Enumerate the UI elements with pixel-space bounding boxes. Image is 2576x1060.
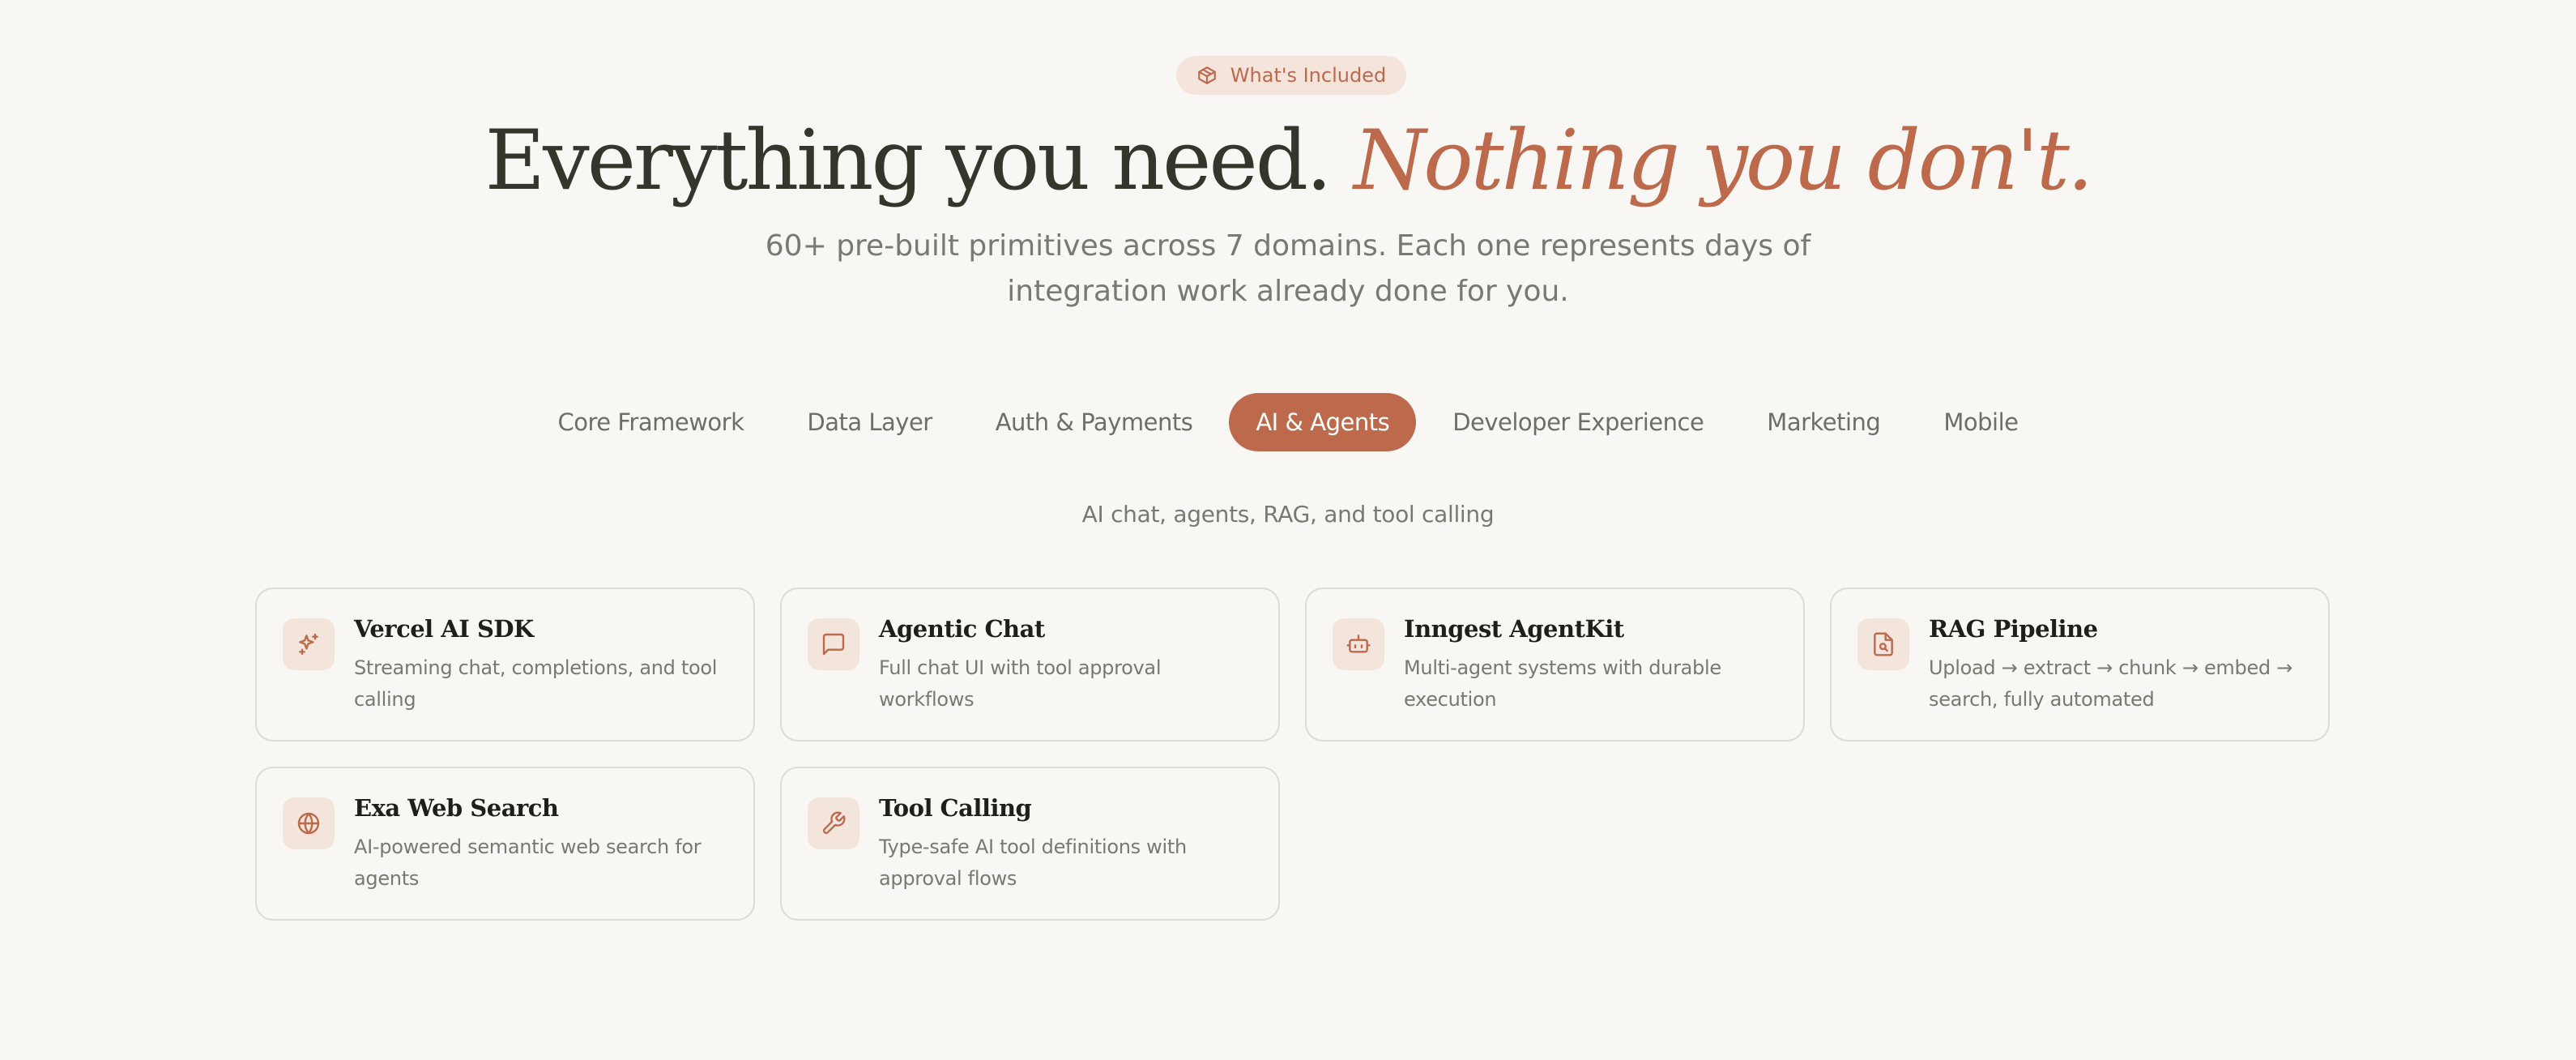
whats-included-badge: What's Included <box>1176 56 1406 95</box>
whats-included-section: What's Included Everything you need. Not… <box>0 0 2576 1060</box>
domain-description: AI chat, agents, RAG, and tool calling <box>1081 501 1495 528</box>
title-accent: Nothing you don't. <box>1353 113 2093 209</box>
message-square-icon <box>822 633 845 656</box>
badge-label: What's Included <box>1230 64 1387 87</box>
card-title: Exa Web Search <box>354 794 559 822</box>
page-subtitle: 60+ pre-built primitives across 7 domain… <box>765 229 1811 308</box>
wrench-icon <box>822 811 846 835</box>
domain-tabs: Core Framework Data Layer Auth & Payment… <box>0 393 2576 451</box>
feature-card-rag-pipeline[interactable]: RAG Pipeline Upload → extract → chunk → … <box>1830 588 2330 742</box>
card-icon-box <box>283 797 335 849</box>
page-title: Everything you need. Nothing you don't. <box>0 105 2576 217</box>
tab-ai-agents[interactable]: AI & Agents <box>1229 393 1417 451</box>
card-title: Agentic Chat <box>879 615 1045 643</box>
card-description: Multi-agent systems with durable executi… <box>1404 656 1721 711</box>
card-title: Inngest AgentKit <box>1404 615 1624 643</box>
feature-card-tool-calling[interactable]: Tool Calling Type-safe AI tool definitio… <box>780 767 1280 921</box>
file-search-icon <box>1874 632 1893 656</box>
card-description: Type-safe AI tool definitions with appro… <box>879 836 1187 890</box>
tab-data-layer[interactable]: Data Layer <box>780 393 958 451</box>
feature-card-inngest-agentkit[interactable]: Inngest AgentKit Multi-agent systems wit… <box>1305 588 1805 742</box>
box-icon <box>1197 66 1216 84</box>
tab-core-framework[interactable]: Core Framework <box>531 393 771 451</box>
bot-icon <box>1346 635 1371 653</box>
feature-card-agentic-chat[interactable]: Agentic Chat Full chat UI with tool appr… <box>780 588 1280 742</box>
card-description: Streaming chat, completions, and tool ca… <box>354 656 718 711</box>
feature-card-exa-web-search[interactable]: Exa Web Search AI-powered semantic web s… <box>255 767 755 921</box>
card-title: RAG Pipeline <box>1929 615 2098 643</box>
tab-auth-payments[interactable]: Auth & Payments <box>969 393 1220 451</box>
card-description: AI-powered semantic web search for agent… <box>354 836 702 890</box>
tab-mobile[interactable]: Mobile <box>1917 393 2045 451</box>
card-icon-box <box>808 797 859 849</box>
card-icon-box <box>283 618 335 670</box>
card-title: Vercel AI SDK <box>354 615 534 643</box>
card-icon-box <box>1333 618 1384 670</box>
title-main: Everything you need. <box>484 113 1333 209</box>
card-icon-box <box>1857 618 1909 670</box>
card-title: Tool Calling <box>879 794 1032 822</box>
tab-marketing[interactable]: Marketing <box>1740 393 1907 451</box>
feature-card-vercel-ai-sdk[interactable]: Vercel AI SDK Streaming chat, completion… <box>255 588 755 742</box>
sparkles-icon <box>299 633 318 656</box>
globe-icon <box>297 812 320 835</box>
card-description: Full chat UI with tool approval workflow… <box>879 656 1162 711</box>
card-description: Upload → extract → chunk → embed → searc… <box>1929 656 2292 711</box>
card-icon-box <box>808 618 859 670</box>
tab-developer-experience[interactable]: Developer Experience <box>1426 393 1730 451</box>
